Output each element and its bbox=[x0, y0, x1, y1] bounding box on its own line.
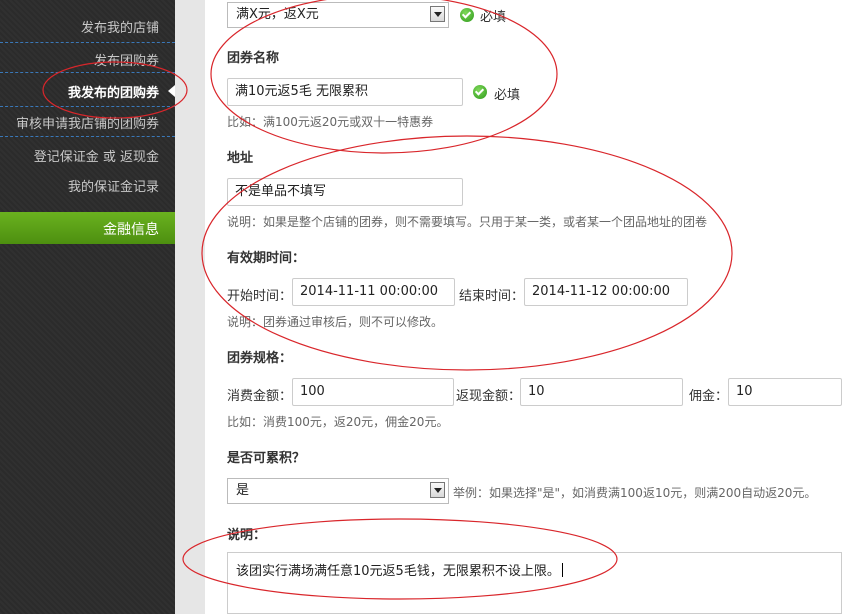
description-textarea[interactable]: 该团实行满场满任意10元返5毛钱，无限累积不设上限。 bbox=[227, 552, 842, 614]
sidebar-divider bbox=[0, 106, 175, 107]
cumulative-select[interactable]: 是 bbox=[227, 478, 449, 504]
start-time-input[interactable]: 2014-11-11 00:00:00 bbox=[292, 278, 455, 306]
start-time-label: 开始时间： bbox=[227, 289, 293, 304]
address-hint: 说明：如果是整个店铺的团券，则不需要填写。只用于某一类，或者某一个团品地址的团卷 bbox=[227, 215, 708, 229]
check-icon bbox=[473, 85, 487, 99]
cashback-label: 返现金额： bbox=[456, 389, 522, 404]
spec-hint: 比如：消费100元，返20元，佣金20元。 bbox=[227, 415, 449, 429]
commission-input[interactable]: 10 bbox=[728, 378, 842, 406]
check-icon bbox=[460, 8, 474, 22]
spend-label: 消费金额： bbox=[227, 389, 293, 404]
coupon-name-label: 团券名称 bbox=[227, 51, 280, 66]
sidebar-item-deposit-records[interactable]: 我的保证金记录 bbox=[68, 176, 159, 195]
chevron-down-icon[interactable] bbox=[430, 6, 445, 22]
coupon-name-hint: 比如：满100元返20元或双十一特惠券 bbox=[227, 115, 434, 129]
commission-label: 佣金： bbox=[689, 389, 729, 404]
sidebar-item-my-coupons[interactable]: 我发布的团购券 bbox=[68, 82, 159, 101]
sidebar-item-review-coupons[interactable]: 审核申请我店铺的团购券 bbox=[16, 113, 159, 132]
sidebar-item-publish-coupon[interactable]: 发布团购券 bbox=[94, 50, 159, 69]
end-time-label: 结束时间： bbox=[459, 289, 525, 304]
cashback-input[interactable]: 10 bbox=[520, 378, 683, 406]
cumulative-value: 是 bbox=[236, 483, 250, 498]
sidebar: 发布我的店铺 发布团购券 我发布的团购券 审核申请我店铺的团购券 登记保证金 或… bbox=[0, 0, 175, 614]
coupon-form: 满X元，返X元 必填 团券名称 满10元返5毛 无限累积 必填 比如：满100元… bbox=[205, 0, 842, 614]
coupon-type-value: 满X元，返X元 bbox=[236, 7, 319, 22]
cumulative-hint: 举例：如果选择"是"，如消费满100返10元，则满200自动返20元。 bbox=[453, 486, 817, 500]
sidebar-divider bbox=[0, 72, 175, 73]
validity-hint: 说明：团券通过审核后，则不可以修改。 bbox=[227, 315, 444, 329]
sidebar-divider bbox=[0, 42, 175, 43]
spend-input[interactable]: 100 bbox=[292, 378, 454, 406]
sidebar-divider bbox=[0, 136, 175, 137]
spec-label: 团券规格： bbox=[227, 351, 293, 366]
coupon-type-select[interactable]: 满X元，返X元 bbox=[227, 2, 449, 28]
sidebar-section-label: 金融信息 bbox=[103, 222, 159, 238]
sidebar-item-publish-shop[interactable]: 发布我的店铺 bbox=[81, 17, 159, 36]
address-input[interactable]: 不是单品不填写 bbox=[227, 178, 463, 206]
gutter bbox=[175, 0, 205, 614]
validity-label: 有效期时间： bbox=[227, 251, 306, 266]
coupon-name-input[interactable]: 满10元返5毛 无限累积 bbox=[227, 78, 463, 106]
chevron-down-icon[interactable] bbox=[430, 482, 445, 498]
description-text: 该团实行满场满任意10元返5毛钱，无限累积不设上限。 bbox=[236, 564, 560, 579]
cumulative-label: 是否可累积？ bbox=[227, 451, 306, 466]
end-time-input[interactable]: 2014-11-12 00:00:00 bbox=[524, 278, 688, 306]
text-caret bbox=[561, 563, 563, 577]
description-label: 说明： bbox=[227, 528, 267, 543]
address-label: 地址 bbox=[227, 151, 254, 166]
required-note: 必填 bbox=[480, 10, 507, 25]
required-note: 必填 bbox=[494, 88, 521, 103]
sidebar-item-register-deposit[interactable]: 登记保证金 或 返现金 bbox=[34, 146, 159, 165]
sidebar-section-finance[interactable]: 金融信息 bbox=[0, 212, 175, 244]
active-pointer-icon bbox=[168, 85, 175, 97]
